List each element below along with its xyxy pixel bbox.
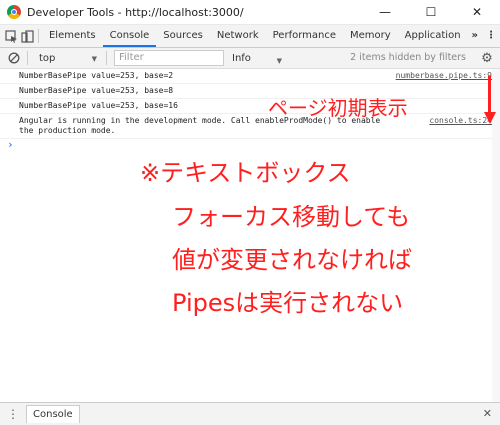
- console-message-source-link[interactable]: numberbase.pipe.ts:9: [396, 71, 492, 81]
- context-select-value: top: [39, 52, 56, 64]
- tab-console[interactable]: Console: [102, 25, 157, 47]
- tab-performance[interactable]: Performance: [266, 25, 343, 47]
- devtools-tabbar: Elements Console Sources Network Perform…: [0, 25, 500, 48]
- close-window-button[interactable]: ✕: [454, 0, 500, 24]
- tab-application[interactable]: Application: [398, 25, 468, 47]
- hidden-items-info: 2 items hidden by filters: [350, 52, 466, 63]
- tab-network[interactable]: Network: [210, 25, 266, 47]
- console-message-text: NumberBasePipe value=253, base=16: [19, 101, 178, 110]
- annotation-note-line2: フォーカス移動しても: [172, 203, 411, 231]
- console-message: NumberBasePipe value=253, base=8: [0, 84, 500, 99]
- drawer-bar: ⋮ Console ✕: [0, 402, 500, 425]
- annotation-note-line3: 値が変更されなければ: [172, 246, 412, 274]
- console-toolbar: top ▼ Filter Info ▼ 2 items hidden by fi…: [0, 48, 500, 69]
- chevron-down-icon: ▼: [91, 55, 97, 63]
- drawer-menu-icon[interactable]: ⋮: [6, 407, 20, 421]
- toolbar-divider: [27, 51, 28, 65]
- annotation-note-line1: ※テキストボックス: [140, 159, 351, 187]
- clear-console-icon[interactable]: [4, 48, 24, 68]
- console-output: NumberBasePipe value=253, base=2 numberb…: [0, 69, 500, 402]
- console-message-source-link[interactable]: console.ts:24: [429, 116, 492, 126]
- tab-memory[interactable]: Memory: [343, 25, 398, 47]
- maximize-button[interactable]: ☐: [408, 0, 454, 24]
- annotation-arrow-line: [488, 76, 491, 116]
- device-icon[interactable]: [20, 26, 36, 46]
- toolbar-divider: [106, 51, 107, 65]
- chevron-down-icon: ▼: [276, 56, 282, 65]
- log-level-select[interactable]: Info ▼: [224, 52, 284, 65]
- inspect-icon[interactable]: [4, 26, 20, 46]
- filter-input[interactable]: Filter: [114, 50, 224, 66]
- console-message: NumberBasePipe value=253, base=16: [0, 99, 500, 114]
- context-select[interactable]: top ▼: [31, 50, 103, 66]
- console-prompt[interactable]: ›: [0, 139, 500, 151]
- annotation-arrow-head: [484, 112, 496, 124]
- drawer-tab-console[interactable]: Console: [26, 405, 80, 423]
- tab-overflow-button[interactable]: »: [468, 25, 482, 47]
- chrome-icon: [7, 5, 21, 19]
- annotation-page-load: ページ初期表示: [268, 96, 408, 120]
- settings-icon[interactable]: ⚙: [478, 49, 496, 67]
- minimize-button[interactable]: —: [362, 0, 408, 24]
- annotation-note-line4: Pipesは実行されない: [172, 289, 404, 317]
- more-menu-button[interactable]: ⋮: [482, 25, 500, 47]
- console-message: Angular is running in the development mo…: [0, 114, 500, 139]
- toolbar-divider: [38, 29, 39, 43]
- log-level-value: Info: [232, 52, 251, 64]
- close-drawer-icon[interactable]: ✕: [483, 407, 492, 420]
- window-titlebar: Developer Tools - http://localhost:3000/…: [0, 0, 500, 25]
- console-message: NumberBasePipe value=253, base=2 numberb…: [0, 69, 500, 84]
- console-message-text: NumberBasePipe value=253, base=2: [19, 71, 174, 80]
- tab-sources[interactable]: Sources: [156, 25, 210, 47]
- tab-elements[interactable]: Elements: [42, 25, 103, 47]
- console-message-text: NumberBasePipe value=253, base=8: [19, 86, 174, 95]
- window-title: Developer Tools - http://localhost:3000/: [27, 5, 244, 19]
